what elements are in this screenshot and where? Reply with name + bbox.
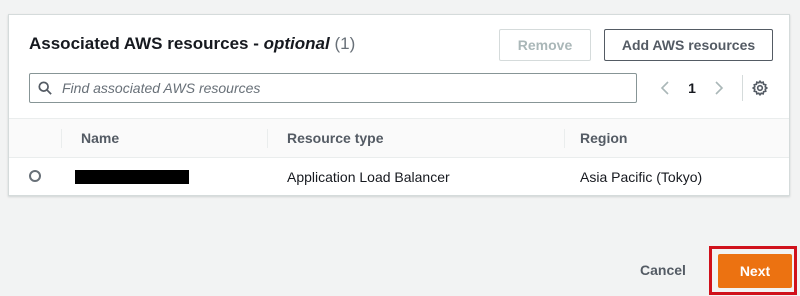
panel-title: Associated AWS resources - optional (1) [29,34,355,54]
search-icon [38,81,52,95]
add-aws-resources-button[interactable]: Add AWS resources [604,29,773,61]
search-input[interactable] [62,74,622,102]
search-field[interactable] [29,73,637,103]
table-header: Name Resource type Region [9,118,789,158]
chevron-right-icon [715,81,724,95]
remove-button[interactable]: Remove [499,29,591,61]
chevron-left-icon [660,81,669,95]
column-divider [267,129,268,148]
resource-name-redacted [75,170,189,184]
page-number[interactable]: 1 [685,73,699,103]
panel-title-text: Associated AWS resources - [29,34,264,53]
associated-resources-panel: Associated AWS resources - optional (1) … [8,14,790,196]
resource-type-cell: Application Load Balancer [287,169,450,185]
column-divider [61,129,62,148]
table-row[interactable]: Application Load Balancer Asia Pacific (… [9,158,789,196]
preferences-button[interactable] [750,73,770,103]
cancel-button[interactable]: Cancel [640,262,686,278]
column-header-resource-type[interactable]: Resource type [287,119,383,157]
prev-page-button[interactable] [657,73,673,103]
column-divider [564,129,565,148]
row-select-radio[interactable] [29,170,41,182]
panel-title-optional: optional [263,34,330,53]
next-page-button[interactable] [711,73,727,103]
column-header-region[interactable]: Region [580,119,627,157]
resource-count: (1) [334,34,356,53]
pagination-divider [742,75,743,101]
region-cell: Asia Pacific (Tokyo) [580,169,703,185]
gear-icon [752,80,768,96]
column-header-name[interactable]: Name [81,119,119,157]
next-button[interactable]: Next [718,254,792,288]
